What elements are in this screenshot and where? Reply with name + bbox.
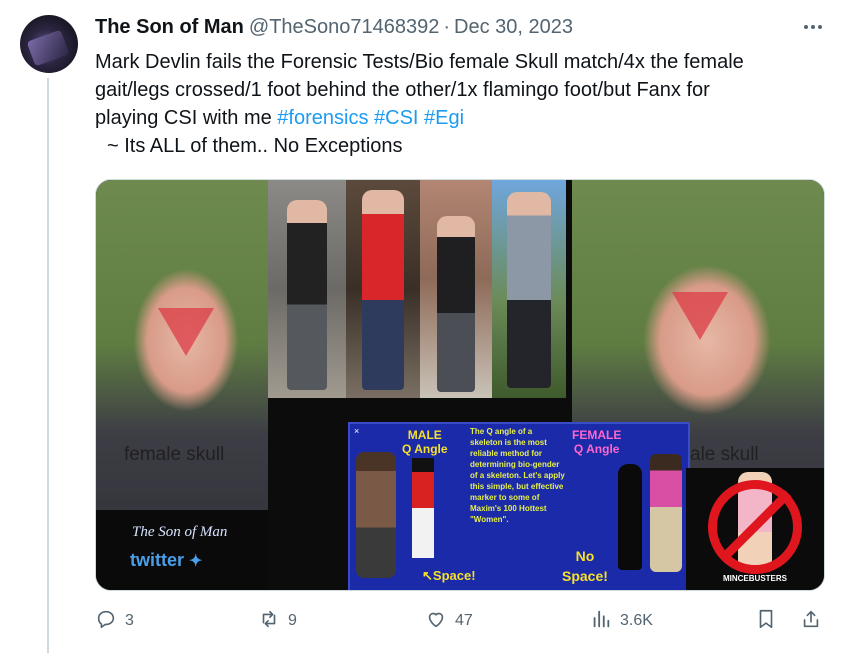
q-angle-triangle	[672, 292, 728, 340]
brand-twitter-text: twitter	[130, 550, 184, 570]
author-name[interactable]: The Son of Man	[95, 16, 244, 39]
walking-figure	[437, 216, 475, 392]
like-button[interactable]: 47	[425, 604, 473, 638]
brand-script: The Son of Man	[132, 524, 228, 540]
tweet-image[interactable]: female skull The Son of Man twitter ✦ al…	[95, 179, 825, 591]
prohibition-panel: MINCEBUSTERS	[686, 468, 824, 590]
like-count: 47	[455, 612, 473, 629]
author-handle[interactable]: @TheSono71468392	[249, 16, 439, 39]
walk-photo-1	[268, 180, 346, 398]
reply-icon	[95, 608, 117, 635]
female-title-line: FEMALE	[572, 428, 622, 442]
repost-count: 9	[288, 612, 297, 629]
space-label-right: No Space!	[562, 546, 608, 586]
walking-figure	[287, 200, 327, 390]
tweet-text-line: ~ Its ALL of them.. No Exceptions	[107, 135, 403, 157]
walk-photo-4	[492, 180, 566, 398]
female-silhouette-image	[618, 464, 642, 570]
space-label-text: Space!	[432, 568, 476, 583]
share-button[interactable]	[800, 604, 822, 638]
face-photo-left: female skull The Son of Man twitter ✦	[96, 180, 268, 590]
walk-photo-2	[346, 180, 420, 398]
hashtag-link[interactable]: #forensics	[277, 107, 368, 129]
q-angle-explanation: The Q angle of a skeleton is the most re…	[470, 427, 565, 524]
bookmark-icon	[755, 608, 777, 635]
close-icon: ×	[354, 426, 360, 436]
space-label-left: ↖Space!	[422, 568, 476, 584]
thread-line	[47, 78, 49, 653]
male-q-angle-title: MALE Q Angle	[402, 428, 448, 456]
tweet-header: The Son of Man @TheSono71468392 · Dec 30…	[95, 16, 573, 42]
tweet-text-line: playing CSI with me #forensics #CSI #Egi	[95, 104, 825, 132]
walking-figure	[362, 190, 404, 390]
views-button[interactable]: 3.6K	[590, 604, 653, 638]
tweet-text-line: gait/legs crossed/1 foot behind the othe…	[95, 79, 710, 101]
repost-icon	[258, 608, 280, 635]
avatar[interactable]	[20, 15, 78, 73]
soldier-figure-image	[412, 458, 434, 558]
repost-button[interactable]: 9	[258, 604, 297, 638]
walk-photo-3	[420, 180, 492, 398]
arrow-icon: ↖	[422, 568, 433, 583]
female-q-angle-title: FEMALE Q Angle	[572, 428, 621, 456]
reply-count: 3	[125, 612, 134, 629]
views-icon	[590, 608, 612, 635]
hashtag-link[interactable]: #Egi	[424, 107, 464, 129]
tweet-text-segment: playing CSI with me	[95, 107, 278, 129]
q-angle-panel: × MALE Q Angle The Q angle of a skeleton…	[348, 422, 690, 590]
bookmark-button[interactable]	[755, 604, 777, 638]
views-count: 3.6K	[620, 612, 653, 629]
share-icon	[800, 608, 822, 635]
female-title-line: Q Angle	[573, 442, 620, 456]
mincebusters-caption: MINCEBUSTERS	[722, 574, 787, 583]
more-icon[interactable]	[798, 12, 828, 42]
male-title-line: Q Angle	[402, 442, 448, 456]
female-figure-image	[650, 454, 682, 572]
walking-figure	[507, 192, 551, 388]
tweet-text: Mark Devlin fails the Forensic Tests/Bio…	[95, 48, 825, 160]
brand-box: The Son of Man twitter ✦	[96, 510, 268, 590]
reply-button[interactable]: 3	[95, 604, 134, 638]
separator-dot: ·	[443, 16, 451, 38]
avatar-image	[26, 29, 70, 67]
q-angle-triangle	[158, 308, 214, 356]
brand-twitter: twitter ✦	[130, 550, 202, 571]
space-label-line: Space!	[562, 568, 608, 584]
bird-icon: ✦	[189, 553, 203, 570]
male-title-line: MALE	[407, 428, 442, 442]
hashtag-link[interactable]: #CSI	[374, 107, 418, 129]
tweet-actions: 3 9 47 3.6K	[95, 604, 830, 638]
tweet-date[interactable]: Dec 30, 2023	[454, 16, 573, 39]
skull-label-right: ale skull	[690, 444, 759, 465]
tweet-text-line: Mark Devlin fails the Forensic Tests/Bio…	[95, 51, 744, 73]
like-icon	[425, 608, 447, 635]
male-figure-image	[356, 452, 396, 578]
skull-label-left: female skull	[124, 444, 225, 465]
space-label-line: No	[575, 548, 595, 564]
